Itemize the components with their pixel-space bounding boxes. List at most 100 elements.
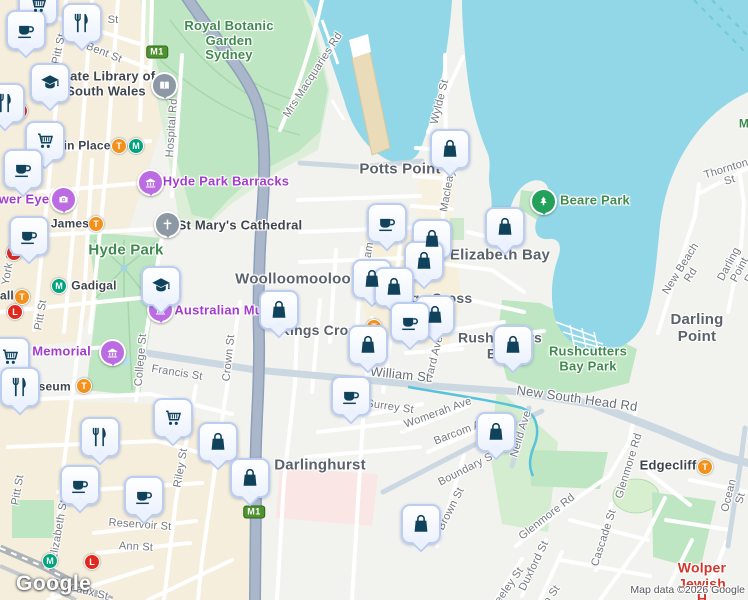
coffee-cup-icon — [15, 164, 31, 178]
coffee-cup-icon — [21, 231, 37, 245]
coffee-cup-icon — [136, 491, 152, 505]
map-canvas[interactable]: Royal Botanic Garden Sydney State Library… — [0, 0, 748, 600]
lightrail-station-badge[interactable]: L — [7, 304, 23, 320]
bag-pin-marker[interactable] — [401, 504, 441, 544]
book-poi-marker[interactable] — [151, 72, 178, 99]
google-logo[interactable]: Google — [16, 572, 91, 596]
bag-pin-marker[interactable] — [230, 458, 270, 498]
label-woolloomooloo: Woolloomooloo — [235, 270, 351, 288]
coffee-pin-marker[interactable] — [367, 203, 407, 243]
coffee-pin-marker[interactable] — [331, 376, 371, 416]
coffee-pin-marker[interactable] — [3, 149, 43, 189]
memorial-icon — [107, 348, 118, 358]
bag-pin-marker[interactable] — [485, 207, 525, 247]
label-james: James — [50, 216, 90, 231]
food-pin-marker[interactable] — [0, 83, 25, 123]
label-st: St — [107, 13, 119, 26]
label-darlinghurst: Darlinghurst — [274, 456, 366, 474]
label-all: all — [0, 288, 14, 303]
food-pin-marker[interactable] — [80, 417, 120, 457]
bag-pin-marker[interactable] — [198, 422, 238, 462]
label-darling-point: Darling Point — [670, 311, 724, 345]
metro-station-badge[interactable]: M — [128, 138, 144, 154]
museum-poi-marker[interactable] — [137, 169, 164, 196]
graduation-cap-icon — [152, 278, 170, 292]
memorial-poi-marker[interactable] — [99, 339, 126, 366]
shopping-bag-icon — [425, 229, 439, 247]
restaurant-icon — [0, 93, 11, 113]
map-data-attribution[interactable]: Map data ©2026 Google — [630, 584, 745, 596]
food-pin-marker[interactable] — [62, 3, 102, 43]
train-station-badge[interactable]: T — [76, 378, 92, 394]
shopping-cart-icon — [32, 0, 46, 12]
coffee-pin-marker[interactable] — [9, 216, 49, 256]
shopping-bag-icon — [211, 432, 225, 450]
restaurant-icon — [74, 13, 88, 33]
lightrail-station-badge[interactable]: L — [84, 554, 100, 570]
shopping-bag-icon — [361, 335, 375, 353]
train-station-badge[interactable]: T — [88, 216, 104, 232]
label-royal-botanic-garden-sydney: Royal Botanic Garden Sydney — [184, 18, 274, 63]
education-pin-marker[interactable] — [141, 266, 181, 306]
shopping-bag-icon — [387, 277, 401, 295]
hospital-zone — [276, 468, 378, 526]
church-cross-icon — [163, 219, 172, 230]
shopping-cart-icon — [166, 410, 182, 425]
shopping-bag-icon — [428, 305, 442, 323]
restaurant-icon — [92, 427, 106, 447]
bag-pin-marker[interactable] — [493, 325, 533, 365]
bag-pin-marker[interactable] — [430, 129, 470, 169]
shopping-cart-icon — [3, 349, 19, 364]
metro-station-badge[interactable]: M — [42, 553, 58, 569]
metro-station-badge[interactable]: M — [51, 278, 67, 294]
bag-pin-marker[interactable] — [348, 325, 388, 365]
label-state-library-of-south-wales: State Library of South Wales — [56, 68, 156, 98]
label-m: M — [738, 116, 748, 131]
park-tree-icon — [540, 196, 547, 206]
route-shield-m1: M1 — [243, 505, 265, 519]
graduation-cap-icon — [41, 75, 59, 89]
cart-pin-marker[interactable] — [153, 398, 193, 438]
cross-poi-marker[interactable] — [154, 211, 181, 238]
label-tin-place: tin Place — [59, 138, 111, 153]
museum-icon — [145, 178, 156, 188]
coffee-pin-marker[interactable] — [124, 476, 164, 516]
coffee-cup-icon — [402, 317, 418, 331]
food-pin-marker[interactable] — [0, 367, 40, 407]
tree-poi-marker[interactable] — [530, 188, 557, 215]
library-book-icon — [160, 81, 169, 90]
route-shield-m1: M1 — [146, 45, 168, 59]
label-rushcutters-bay-park: Rushcutters Bay Park — [548, 343, 628, 373]
label-hyde-park-barracks: Hyde Park Barracks — [162, 173, 290, 189]
coffee-cup-icon — [343, 391, 359, 405]
coffee-pin-marker[interactable] — [6, 10, 46, 50]
education-pin-marker[interactable] — [30, 63, 70, 103]
shopping-bag-icon — [414, 514, 428, 532]
label-edgecliff: Edgecliff — [639, 457, 697, 473]
shopping-bag-icon — [498, 217, 512, 235]
train-station-badge[interactable]: T — [14, 289, 30, 305]
shopping-bag-icon — [365, 269, 379, 287]
label-gadigal: Gadigal — [71, 278, 117, 293]
shopping-bag-icon — [272, 300, 286, 318]
coffee-pin-marker[interactable] — [60, 465, 100, 505]
bag-pin-marker[interactable] — [476, 412, 516, 452]
coffee-cup-icon — [72, 480, 88, 494]
train-station-badge[interactable]: T — [697, 459, 713, 475]
coffee-cup-icon — [379, 218, 395, 232]
train-station-badge[interactable]: T — [111, 138, 127, 154]
shopping-bag-icon — [417, 251, 431, 269]
label-ann-st: Ann St — [118, 539, 154, 554]
label-st-mary-s-cathedral: St Mary's Cathedral — [177, 217, 303, 233]
bag-pin-marker[interactable] — [259, 290, 299, 330]
restaurant-icon — [12, 377, 26, 397]
shopping-bag-icon — [243, 468, 257, 486]
shopping-bag-icon — [489, 422, 503, 440]
shopping-cart-icon — [38, 133, 54, 148]
label-potts-point: Potts Point — [359, 160, 441, 178]
label-beare-park: Beare Park — [560, 192, 630, 208]
shopping-bag-icon — [506, 335, 520, 353]
label-hyde-park: Hyde Park — [88, 241, 164, 259]
camera-poi-marker[interactable] — [50, 186, 77, 213]
shopping-bag-icon — [443, 139, 457, 157]
